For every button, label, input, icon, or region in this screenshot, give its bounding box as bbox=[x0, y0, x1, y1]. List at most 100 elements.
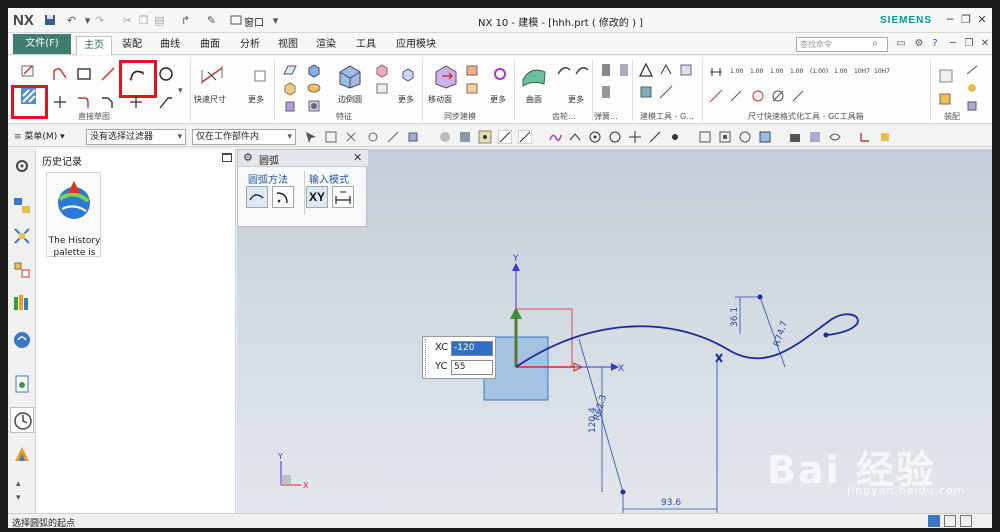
close-button[interactable]: ✕ bbox=[974, 13, 990, 28]
more-label-2[interactable]: 更多 bbox=[398, 94, 414, 105]
horizontal-dim-text[interactable]: 93.6 bbox=[661, 498, 681, 508]
snap-mid-icon[interactable] bbox=[668, 130, 682, 144]
grid-snap-icon[interactable] bbox=[478, 130, 492, 144]
revolve-icon[interactable] bbox=[306, 80, 322, 96]
snap-icon[interactable] bbox=[366, 130, 380, 144]
tab-analysis[interactable]: 分析 bbox=[234, 36, 266, 55]
quadrant-snap-icon[interactable] bbox=[608, 130, 622, 144]
more-label-1[interactable]: 更多 bbox=[248, 94, 264, 105]
assembly-icon[interactable] bbox=[938, 68, 954, 84]
fit-view-icon[interactable] bbox=[718, 130, 732, 144]
surface-icon[interactable] bbox=[520, 62, 548, 90]
ribbon-minimize-icon[interactable]: ─ bbox=[946, 38, 960, 51]
add-component-icon[interactable] bbox=[938, 90, 954, 106]
cylinder-icon[interactable] bbox=[282, 98, 298, 114]
line-snap-2-icon[interactable] bbox=[517, 129, 533, 145]
chamfer-icon[interactable] bbox=[100, 94, 116, 110]
line-icon[interactable] bbox=[100, 66, 116, 82]
edge-blend-icon[interactable] bbox=[336, 62, 364, 90]
save-icon[interactable] bbox=[42, 13, 57, 27]
parameter-mode-button[interactable] bbox=[332, 186, 354, 208]
window-menu[interactable]: 窗口 bbox=[244, 14, 264, 29]
view-2-icon[interactable] bbox=[458, 130, 472, 144]
help-icon[interactable]: ? bbox=[928, 38, 942, 51]
dialog-settings-icon[interactable]: ⚙ bbox=[243, 151, 253, 164]
tab-render[interactable]: 渲染 bbox=[310, 36, 342, 55]
palette-icon[interactable] bbox=[13, 445, 31, 463]
sketch-icon[interactable] bbox=[20, 62, 36, 78]
shell-icon[interactable] bbox=[374, 80, 390, 96]
model-tool-3-icon[interactable] bbox=[638, 84, 654, 100]
edge-blend-label[interactable]: 边倒圆 bbox=[338, 94, 362, 105]
circle-icon[interactable] bbox=[158, 66, 174, 82]
tab-assembly[interactable]: 装配 bbox=[116, 36, 148, 55]
selection-scope-select[interactable]: 仅在工作部件内 bbox=[192, 129, 296, 145]
tab-view[interactable]: 视图 bbox=[272, 36, 304, 55]
model-tool-icon[interactable] bbox=[658, 62, 674, 78]
customize-quick-access-icon[interactable]: ▾ bbox=[268, 13, 283, 27]
part-navigator-icon[interactable] bbox=[13, 261, 31, 279]
block-icon[interactable] bbox=[282, 80, 298, 96]
camera-icon[interactable] bbox=[788, 130, 802, 144]
rapid-dimension-icon[interactable] bbox=[198, 62, 226, 90]
dialog-close-icon[interactable]: ✕ bbox=[353, 151, 362, 164]
graphics-window[interactable]: Y X R62.3 120.4 93.6 36.1 R74.7 Y X ⚙ 圆弧… bbox=[237, 149, 992, 513]
coord-drag-handle[interactable] bbox=[425, 339, 430, 377]
minimize-button[interactable]: ─ bbox=[942, 13, 958, 28]
curve-snap-icon[interactable] bbox=[548, 130, 562, 144]
small-dim-text[interactable]: 36.1 bbox=[730, 307, 740, 327]
extrude-icon[interactable] bbox=[306, 62, 322, 78]
surface-tool-2-icon[interactable] bbox=[574, 62, 590, 78]
status-icon-2[interactable] bbox=[944, 515, 956, 527]
snap-3-icon[interactable] bbox=[406, 130, 420, 144]
pull-face-icon[interactable] bbox=[464, 62, 480, 78]
touch-mode-icon[interactable]: ✎ bbox=[204, 13, 219, 27]
rectangle-icon[interactable] bbox=[76, 66, 92, 82]
spring-3-icon[interactable] bbox=[598, 84, 614, 100]
menu-button[interactable]: ≡ 菜单(M) ▾ bbox=[14, 130, 74, 145]
select-filter-icon[interactable] bbox=[304, 130, 318, 144]
fillet-icon[interactable] bbox=[76, 94, 92, 110]
point-icon[interactable] bbox=[52, 94, 68, 110]
tab-file[interactable]: 文件(F) bbox=[13, 34, 71, 54]
restore-button[interactable]: ❐ bbox=[958, 13, 974, 28]
three-point-arc-button[interactable] bbox=[246, 186, 268, 208]
triangle-tool-icon[interactable] bbox=[638, 62, 654, 78]
intersection-snap-icon[interactable] bbox=[568, 130, 582, 144]
hole-icon[interactable] bbox=[306, 98, 322, 114]
model-tool-4-icon[interactable] bbox=[658, 84, 674, 100]
surface-tool-icon[interactable] bbox=[556, 62, 572, 78]
window-icon[interactable] bbox=[228, 13, 243, 27]
ribbon-restore-icon[interactable]: ❐ bbox=[962, 38, 976, 51]
dim-format-3[interactable]: 1.00 bbox=[770, 68, 783, 75]
on-curve-snap-icon[interactable] bbox=[648, 130, 662, 144]
xc-input[interactable]: -120 bbox=[451, 341, 493, 356]
point-snap-icon[interactable] bbox=[628, 130, 642, 144]
dimension-more-icon[interactable] bbox=[252, 68, 268, 84]
profile-icon[interactable] bbox=[52, 66, 68, 82]
more-label-3[interactable]: 更多 bbox=[490, 94, 506, 105]
dim-format-icon[interactable] bbox=[708, 62, 724, 78]
center-snap-icon[interactable] bbox=[588, 130, 602, 144]
spring-2-icon[interactable] bbox=[616, 62, 632, 78]
redo-icon[interactable]: ↷ bbox=[92, 13, 107, 27]
move-face-icon[interactable] bbox=[432, 62, 460, 90]
coordinate-mode-button[interactable]: XY bbox=[306, 186, 328, 208]
angle-icon[interactable] bbox=[728, 88, 744, 104]
vertical-dim-text[interactable]: 120.4 bbox=[588, 407, 598, 433]
show-hide-icon[interactable] bbox=[828, 130, 842, 144]
document-icon[interactable] bbox=[13, 375, 31, 393]
right-radius-dim-text[interactable]: R74.7 bbox=[772, 320, 790, 348]
dim-format-5[interactable]: (1.00) bbox=[810, 68, 828, 75]
select-all-icon[interactable] bbox=[324, 130, 338, 144]
assembly-tool-2-icon[interactable] bbox=[964, 80, 980, 96]
assembly-navigator-icon[interactable] bbox=[13, 197, 31, 215]
trim-icon[interactable] bbox=[128, 94, 144, 110]
model-tool-2-icon[interactable] bbox=[678, 62, 694, 78]
edit-object-icon[interactable] bbox=[878, 130, 892, 144]
dim-format-8[interactable]: 10H7 bbox=[874, 68, 890, 75]
constraint-navigator-icon[interactable] bbox=[13, 227, 31, 245]
status-icon-3[interactable] bbox=[960, 515, 972, 527]
fullscreen-icon[interactable]: ▭ bbox=[894, 38, 908, 51]
web-browser-icon[interactable] bbox=[13, 331, 31, 349]
